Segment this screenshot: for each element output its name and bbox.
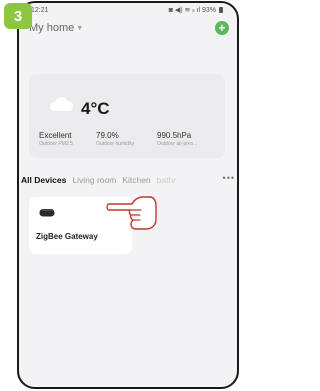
status-time: 12:21 bbox=[31, 6, 49, 14]
metric-pressure-value: 990.5hPa bbox=[157, 131, 192, 140]
status-indicators-group: ◙ ◀) ≋ ᵢₗ ıl 93% bbox=[169, 6, 223, 14]
metric-pm25: Excellent Outdoor PM2.5 bbox=[39, 131, 73, 147]
metric-humidity-label: Outdoor humidity bbox=[96, 141, 135, 147]
tab-bathroom[interactable]: bathr bbox=[157, 175, 176, 185]
step-badge: 3 bbox=[4, 3, 32, 29]
metric-humidity-value: 79.0% bbox=[96, 131, 119, 140]
battery-icon bbox=[219, 7, 223, 13]
tab-kitchen[interactable]: Kitchen bbox=[122, 175, 150, 185]
home-selector[interactable]: My home ▼ bbox=[29, 22, 83, 34]
metric-humidity: 79.0% Outdoor humidity bbox=[96, 131, 134, 147]
metric-pm25-label: Outdoor PM2.5 bbox=[39, 141, 73, 147]
cloud-icon bbox=[49, 97, 73, 111]
metric-pressure: 990.5hPa Outdoor air pres... bbox=[157, 131, 197, 147]
metric-pm25-value: Excellent bbox=[39, 131, 72, 140]
home-name: My home bbox=[29, 22, 75, 34]
caret-down-icon: ▼ bbox=[76, 24, 84, 32]
weather-card[interactable]: 4°C Excellent Outdoor PM2.5 79.0% Outdoo… bbox=[29, 74, 225, 158]
stage: 3 12:21 ◙ ◀) ≋ ᵢₗ ıl 93% My home ▼ + 4°C… bbox=[0, 0, 240, 391]
tab-all-devices[interactable]: All Devices bbox=[21, 175, 66, 185]
status-bar: 12:21 ◙ ◀) ≋ ᵢₗ ıl 93% bbox=[19, 3, 237, 17]
status-indicators: ◙ ◀) ≋ ᵢₗ ıl 93% bbox=[168, 7, 216, 14]
add-device-button[interactable]: + bbox=[215, 21, 229, 35]
device-name: ZigBee Gateway bbox=[36, 232, 98, 241]
tab-living-room[interactable]: Living room bbox=[72, 175, 116, 185]
temperature: 4°C bbox=[81, 99, 110, 118]
gateway-icon bbox=[39, 209, 55, 217]
pointing-hand-icon bbox=[106, 196, 157, 230]
home-header: My home ▼ + bbox=[29, 19, 229, 37]
room-tabs: All Devices Living room Kitchen bathr ••… bbox=[21, 173, 237, 187]
more-icon[interactable]: ••• bbox=[223, 173, 235, 183]
metric-pressure-label: Outdoor air pres... bbox=[157, 141, 198, 147]
